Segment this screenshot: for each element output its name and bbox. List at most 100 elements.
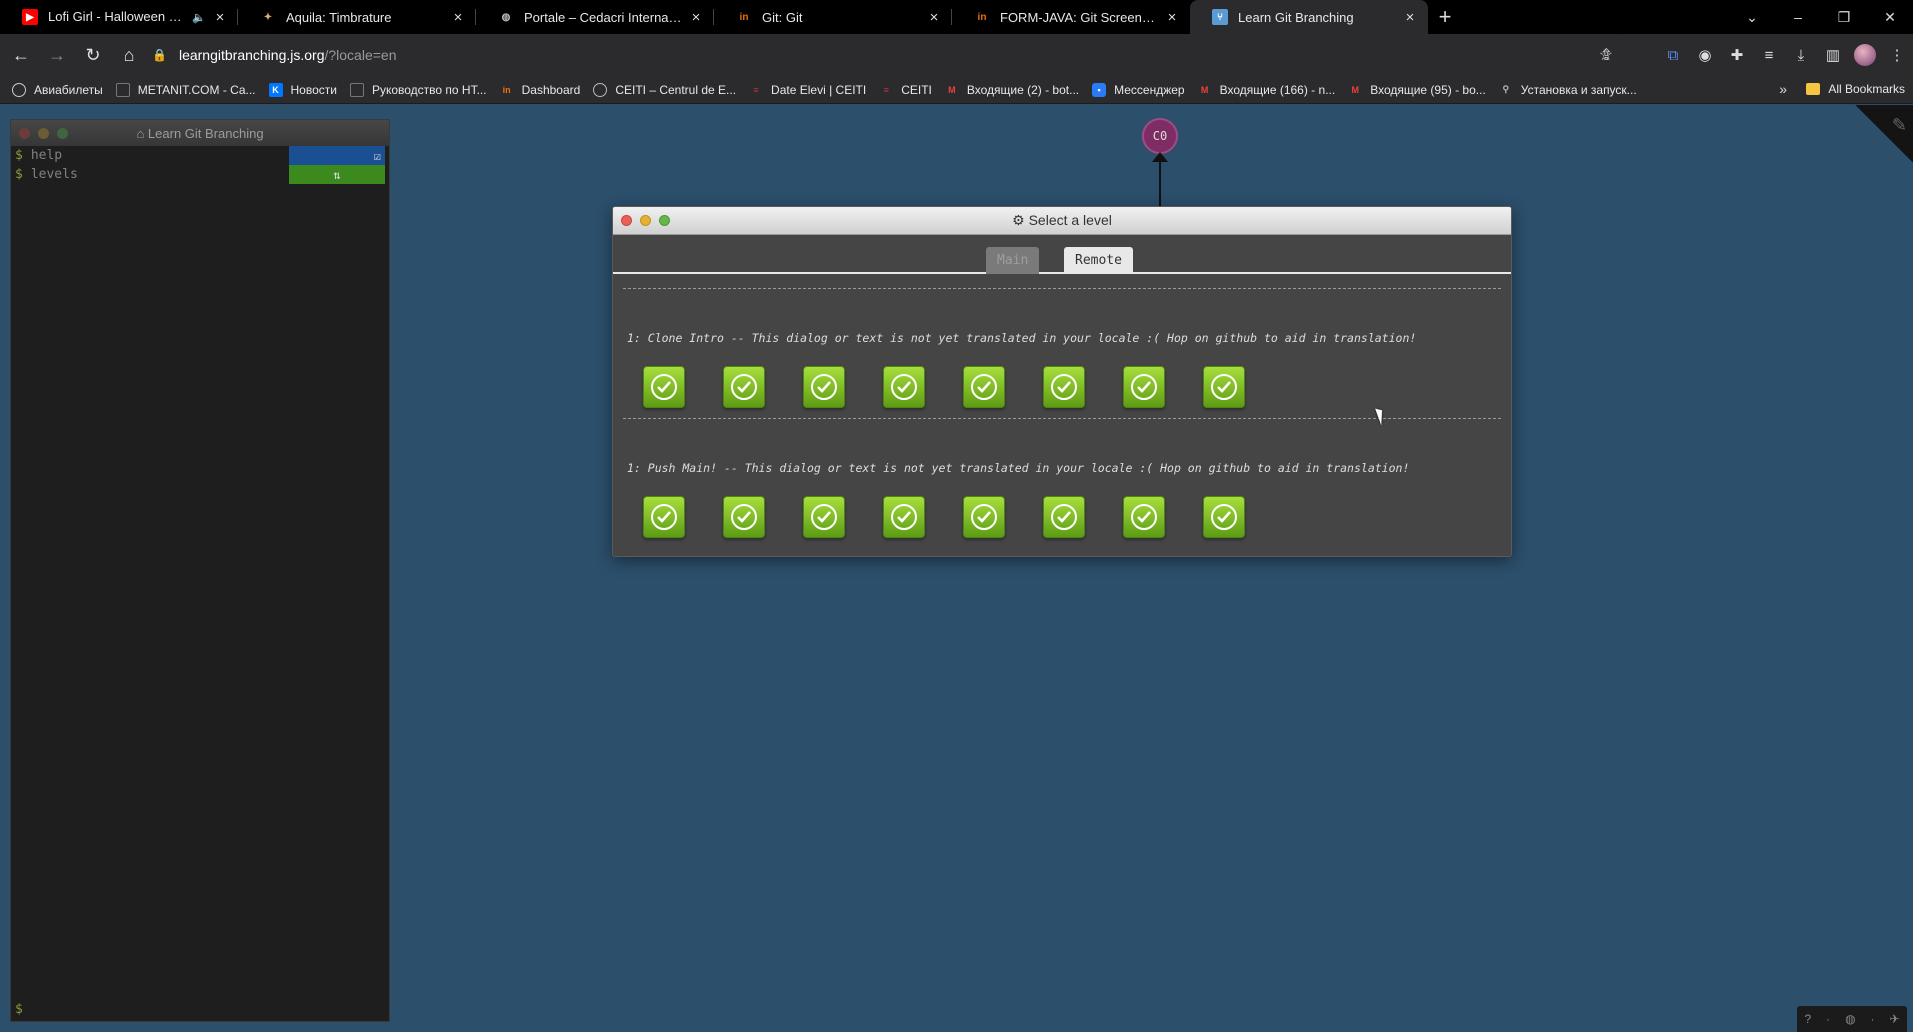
globe-icon[interactable]: ◍ bbox=[1845, 1012, 1855, 1026]
level-button[interactable] bbox=[883, 496, 925, 538]
tab-search-icon[interactable]: ⌄ bbox=[1729, 9, 1775, 26]
extensions-puzzle-icon[interactable]: ✚ bbox=[1721, 46, 1753, 64]
globe-icon bbox=[593, 82, 608, 97]
level-row bbox=[643, 366, 1283, 408]
side-panel-icon[interactable]: ▥ bbox=[1817, 46, 1849, 64]
bookmark-item[interactable]: M Входящие (166) - n... bbox=[1198, 83, 1335, 97]
translate-icon[interactable]: ⧉ bbox=[1657, 47, 1689, 64]
octocat-icon[interactable]: ✎ bbox=[1892, 115, 1907, 136]
browser-tab[interactable]: in FORM-JAVA: Git Screenshot - Ed × bbox=[952, 0, 1190, 34]
checkmark-icon bbox=[1211, 504, 1237, 530]
checkmark-icon bbox=[811, 374, 837, 400]
sequence-divider bbox=[623, 288, 1501, 289]
media-control-icon[interactable]: ≡ bbox=[1753, 47, 1785, 64]
level-button[interactable] bbox=[963, 496, 1005, 538]
browser-tab[interactable]: ▶ Lofi Girl - Halloween 2023 🎃 🔈 × bbox=[0, 0, 238, 34]
sequence-title: 1: Clone Intro -- This dialog or text is… bbox=[627, 331, 1417, 345]
menu-kebab-icon[interactable]: ⋮ bbox=[1881, 46, 1913, 64]
level-button[interactable] bbox=[1043, 366, 1085, 408]
minimize-icon[interactable]: – bbox=[1775, 9, 1821, 25]
bookmark-item[interactable]: METANIT.COM - Ca... bbox=[115, 82, 256, 97]
level-button[interactable] bbox=[803, 366, 845, 408]
close-icon[interactable]: × bbox=[212, 9, 228, 26]
site-favicon: ⑂ bbox=[1212, 9, 1228, 25]
bookmark-item[interactable]: ≡ Date Elevi | CEITI bbox=[749, 83, 866, 97]
site-favicon: ⚲ bbox=[1502, 84, 1510, 94]
close-window-icon[interactable]: ✕ bbox=[1867, 9, 1913, 26]
close-icon[interactable]: × bbox=[450, 9, 466, 26]
checkmark-icon bbox=[1131, 504, 1157, 530]
home-icon: ⌂ bbox=[136, 125, 148, 141]
bookmark-item[interactable]: ≡ CEITI bbox=[879, 83, 932, 97]
bookmark-item[interactable]: in Dashboard bbox=[500, 83, 581, 97]
close-icon[interactable]: × bbox=[1164, 9, 1180, 26]
avatar[interactable] bbox=[1854, 44, 1876, 66]
twitter-icon[interactable]: ✈ bbox=[1889, 1012, 1899, 1026]
bookmark-item[interactable]: M Входящие (95) - bo... bbox=[1348, 83, 1485, 97]
level-button[interactable] bbox=[643, 366, 685, 408]
close-icon[interactable]: × bbox=[688, 9, 704, 26]
level-button[interactable] bbox=[963, 366, 1005, 408]
level-button[interactable] bbox=[1203, 496, 1245, 538]
level-button[interactable] bbox=[1123, 496, 1165, 538]
level-button[interactable] bbox=[723, 366, 765, 408]
dialog-tabs: Main Remote bbox=[613, 235, 1511, 274]
youtube-icon: ▶ bbox=[22, 9, 38, 25]
bookmark-item[interactable]: Авиабилеты bbox=[12, 82, 103, 97]
globe-icon: ◍ bbox=[501, 11, 511, 23]
site-favicon: ✦ bbox=[263, 11, 273, 23]
bookmark-item[interactable]: M Входящие (2) - bot... bbox=[945, 83, 1079, 97]
site-favicon: in bbox=[739, 11, 749, 23]
address-bar[interactable]: 🔒 learngitbranching.js.org/?locale=en ⇪ … bbox=[140, 39, 1635, 71]
url-path: /?locale=en bbox=[324, 47, 397, 63]
site-favicon: in bbox=[502, 84, 511, 95]
dialog-titlebar: ⚙ Select a level bbox=[613, 207, 1511, 235]
screenshot-icon[interactable]: ◉ bbox=[1689, 46, 1721, 64]
browser-tab[interactable]: ◍ Portale – Cedacri International × bbox=[476, 0, 714, 34]
close-icon[interactable]: × bbox=[926, 9, 942, 26]
bookmark-item[interactable]: ⚲ Установка и запуск... bbox=[1499, 83, 1637, 97]
question-icon[interactable]: ? bbox=[1804, 1012, 1811, 1026]
lock-icon[interactable]: 🔒 bbox=[152, 48, 167, 62]
checkmark-icon bbox=[1051, 504, 1077, 530]
new-tab-button[interactable]: + bbox=[1428, 0, 1462, 34]
speaker-icon[interactable]: 🔈 bbox=[192, 11, 206, 24]
commit-node[interactable]: C0 bbox=[1142, 118, 1178, 154]
close-icon[interactable]: × bbox=[1402, 9, 1418, 26]
url-host: learngitbranching.js.org bbox=[178, 47, 325, 63]
back-icon[interactable]: ← bbox=[6, 40, 36, 70]
bookmark-item[interactable]: CEITI – Centrul de E... bbox=[593, 82, 736, 97]
level-button[interactable] bbox=[883, 366, 925, 408]
tab-title: Portale – Cedacri International bbox=[524, 9, 682, 25]
browser-tab-active[interactable]: ⑂ Learn Git Branching × bbox=[1190, 0, 1428, 34]
tab-remote[interactable]: Remote bbox=[1064, 247, 1133, 274]
restore-icon[interactable]: ❐ bbox=[1821, 9, 1867, 26]
command-terminal[interactable]: ⌂ Learn Git Branching $ help ☑ $ levels ⇅ … bbox=[10, 119, 390, 1022]
checkmark-icon bbox=[811, 504, 837, 530]
command-prompt[interactable]: $ bbox=[15, 1002, 23, 1017]
level-button[interactable] bbox=[723, 496, 765, 538]
level-select-dialog: ⚙ Select a level Main Remote 1: Clone In… bbox=[612, 206, 1512, 557]
downloads-icon[interactable]: ⤓ bbox=[1785, 47, 1817, 64]
checkmark-icon bbox=[651, 504, 677, 530]
level-button[interactable] bbox=[1043, 496, 1085, 538]
level-button[interactable] bbox=[1123, 366, 1165, 408]
bookmark-item[interactable]: K Новости bbox=[268, 82, 337, 97]
bookmark-item[interactable]: ▪ Мессенджер bbox=[1092, 82, 1185, 97]
level-button[interactable] bbox=[1203, 366, 1245, 408]
checkmark-icon bbox=[971, 504, 997, 530]
browser-tab[interactable]: ✦ Aquila: Timbrature × bbox=[238, 0, 476, 34]
all-bookmarks-button[interactable]: All Bookmarks bbox=[1806, 82, 1905, 96]
gmail-icon: M bbox=[1351, 84, 1359, 95]
browser-tab[interactable]: in Git: Git × bbox=[714, 0, 952, 34]
level-button[interactable] bbox=[643, 496, 685, 538]
level-button[interactable] bbox=[803, 496, 845, 538]
bookmarks-overflow-icon[interactable]: » bbox=[1779, 81, 1787, 97]
reload-icon[interactable]: ↻ bbox=[78, 40, 108, 70]
checkmark-icon bbox=[971, 374, 997, 400]
forward-icon[interactable]: → bbox=[42, 40, 72, 70]
bookmark-star-icon[interactable]: ☆ bbox=[1599, 45, 1613, 65]
gmail-icon: M bbox=[948, 84, 956, 95]
tab-main[interactable]: Main bbox=[986, 247, 1040, 274]
bookmark-item[interactable]: Руководство по НТ... bbox=[349, 82, 487, 97]
